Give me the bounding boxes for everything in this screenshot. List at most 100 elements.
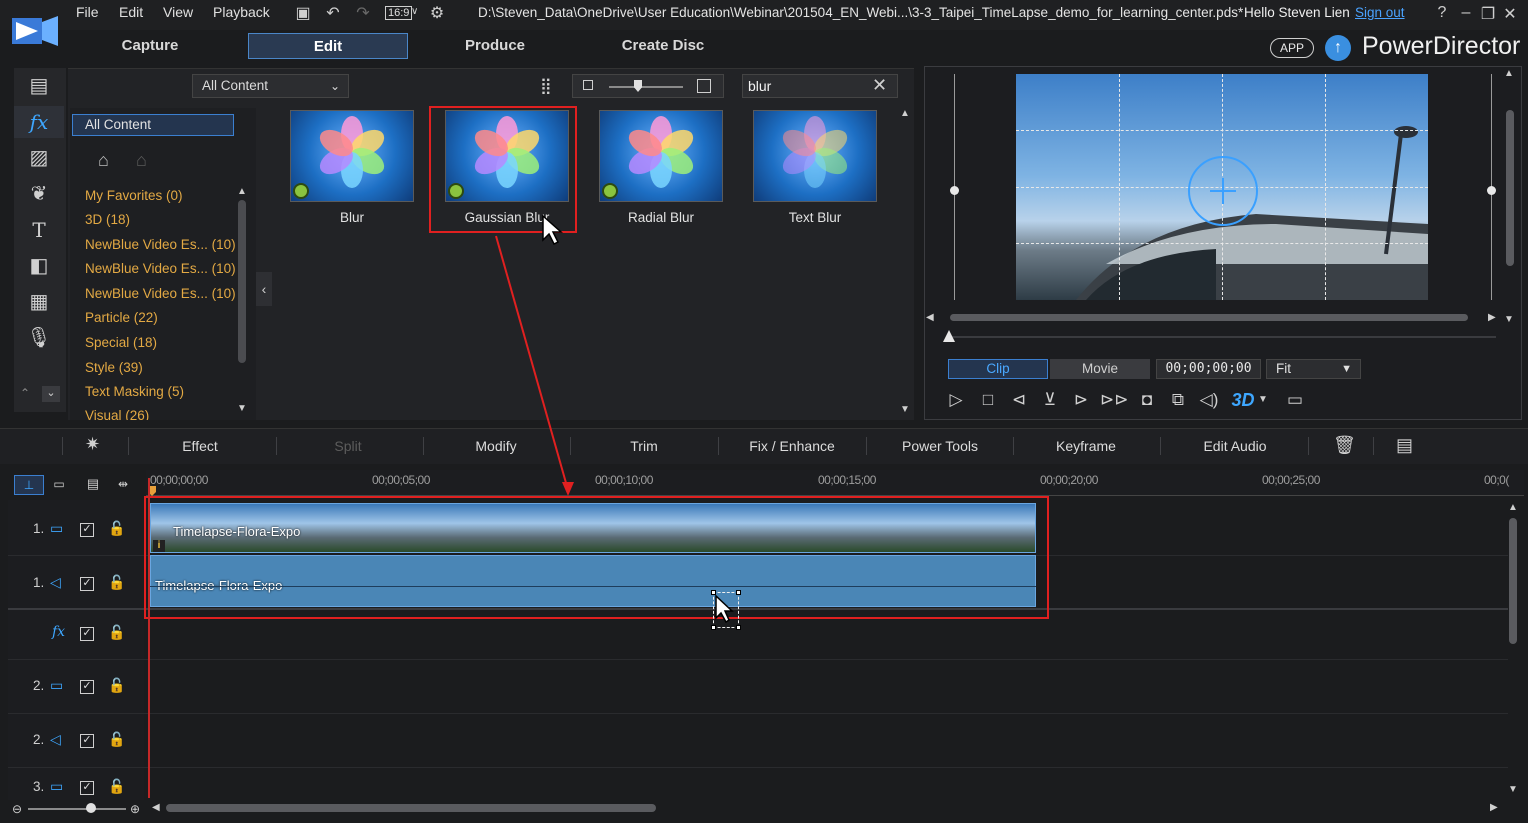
sign-out-link[interactable]: Sign out <box>1355 5 1405 20</box>
more-options-icon[interactable]: ▤ <box>1396 435 1413 456</box>
external-display-icon[interactable]: ▭ <box>1282 389 1308 411</box>
particle-room-icon[interactable]: ❦ <box>14 178 64 210</box>
effect-label-text-blur[interactable]: Text Blur <box>753 210 877 225</box>
preview-scroll-up-icon[interactable]: ▲ <box>1504 68 1514 79</box>
previous-frame-icon[interactable]: ⊲ <box>1006 389 1032 411</box>
grid-view-icon[interactable]: ⣿ <box>540 76 552 96</box>
track-lock-icon[interactable]: 🔓 <box>108 731 125 748</box>
voiceover-mic-icon[interactable]: 🎙 <box>14 322 64 354</box>
preview-scroll-left-icon[interactable]: ◀ <box>926 312 934 323</box>
fit-timeline-icon[interactable]: ⇹ <box>112 475 134 495</box>
track-lock-icon[interactable]: 🔓 <box>108 624 125 641</box>
fast-forward-icon[interactable]: ⊳⊳ <box>1100 389 1129 411</box>
timeline-zoom-slider[interactable] <box>28 808 126 810</box>
rail-up-icon[interactable]: ⌃ <box>20 386 30 400</box>
minimize-icon[interactable]: – <box>1456 4 1476 22</box>
app-badge[interactable]: APP <box>1270 38 1314 58</box>
effect-label-radial-blur[interactable]: Radial Blur <box>599 210 723 225</box>
effect-thumbnail-text-blur[interactable] <box>753 110 877 202</box>
seek-thumb[interactable] <box>943 330 955 342</box>
redo-icon[interactable]: ↷ <box>352 4 374 24</box>
delete-trash-icon[interactable]: 🗑 <box>1333 435 1356 456</box>
transition-room-icon[interactable]: ◧ <box>14 250 64 282</box>
upgrade-arrow-icon[interactable]: ↑ <box>1325 35 1351 61</box>
tab-produce[interactable]: Produce <box>415 33 575 59</box>
category-item[interactable]: NewBlue Video Es... (10) <box>85 261 236 276</box>
stop-icon[interactable]: □ <box>975 389 1001 411</box>
track-enable-checkbox[interactable]: ✓ <box>80 627 94 641</box>
undo-icon[interactable]: ↶ <box>322 4 344 24</box>
clear-search-icon[interactable]: ✕ <box>872 75 887 96</box>
menu-edit[interactable]: Edit <box>119 4 143 20</box>
category-item[interactable]: NewBlue Video Es... (10) <box>85 237 236 252</box>
close-icon[interactable]: ✕ <box>1500 4 1520 24</box>
blur-focus-crosshair[interactable] <box>1188 156 1258 226</box>
zoom-out-icon[interactable]: ⊖ <box>12 802 22 816</box>
library-scroll-down-icon[interactable]: ▼ <box>900 404 910 415</box>
category-item[interactable]: Style (39) <box>85 360 143 375</box>
preview-left-handle[interactable] <box>950 186 959 195</box>
remove-tag-icon[interactable]: ⌂ <box>136 150 147 171</box>
timeline-scroll-left-icon[interactable]: ◀ <box>152 802 160 813</box>
clip-mode-button[interactable]: Clip <box>948 359 1048 379</box>
help-button[interactable]: ? <box>1432 4 1452 22</box>
timeline-scroll-right-icon[interactable]: ▶ <box>1490 802 1498 813</box>
modify-button[interactable]: Modify <box>456 438 536 454</box>
zoom-in-icon[interactable]: ⊕ <box>130 802 140 816</box>
track-enable-checkbox[interactable]: ✓ <box>80 577 94 591</box>
preview-scroll-down-icon[interactable]: ▼ <box>1504 314 1514 325</box>
category-scroll-down-icon[interactable]: ▼ <box>237 403 247 414</box>
category-all-content[interactable]: All Content <box>72 114 234 136</box>
menu-file[interactable]: File <box>76 4 99 20</box>
storyboard-view-icon[interactable]: ▭ <box>48 475 70 495</box>
preview-right-handle[interactable] <box>1487 186 1496 195</box>
thumbnail-size-slider[interactable] <box>572 74 724 98</box>
add-tag-icon[interactable]: ⌂ <box>98 150 109 171</box>
content-filter-dropdown[interactable]: All Content ⌄ <box>192 74 349 98</box>
category-item[interactable]: Particle (22) <box>85 310 158 325</box>
track-enable-checkbox[interactable]: ✓ <box>80 680 94 694</box>
preview-v-scrollbar[interactable] <box>1506 110 1514 266</box>
chapter-room-icon[interactable]: ▦ <box>14 286 64 318</box>
category-item[interactable]: NewBlue Video Es... (10) <box>85 286 236 301</box>
category-scroll-up-icon[interactable]: ▲ <box>237 186 247 197</box>
track-manager-icon[interactable]: ▤ <box>82 475 104 495</box>
track-enable-checkbox[interactable]: ✓ <box>80 734 94 748</box>
timeline-h-scrollbar[interactable] <box>166 804 656 812</box>
category-item[interactable]: My Favorites (0) <box>85 188 183 203</box>
playback-seek-bar[interactable] <box>950 336 1496 338</box>
timecode-field[interactable]: 00;00;00;00 <box>1156 359 1261 379</box>
track-lock-icon[interactable]: 🔓 <box>108 574 125 591</box>
timeline-scroll-down-icon[interactable]: ▼ <box>1508 784 1518 795</box>
track-lock-icon[interactable]: 🔓 <box>108 778 125 795</box>
category-item[interactable]: Text Masking (5) <box>85 384 184 399</box>
tab-create-disc[interactable]: Create Disc <box>583 33 743 59</box>
zoom-thumb[interactable] <box>86 803 96 813</box>
track-enable-checkbox[interactable]: ✓ <box>80 781 94 795</box>
save-icon[interactable]: ▣ <box>292 4 314 24</box>
category-item[interactable]: Special (18) <box>85 335 157 350</box>
preview-scroll-right-icon[interactable]: ▶ <box>1488 312 1496 323</box>
aspect-ratio-button[interactable]: 16:9 <box>385 6 413 20</box>
power-tools-button[interactable]: Power Tools <box>890 438 990 454</box>
category-item[interactable]: 3D (18) <box>85 212 130 227</box>
preview-h-scrollbar[interactable] <box>950 314 1468 321</box>
edit-audio-button[interactable]: Edit Audio <box>1192 438 1278 454</box>
next-frame-icon[interactable]: ⊳ <box>1068 389 1094 411</box>
rail-down-icon[interactable]: ⌄ <box>42 386 60 402</box>
pip-room-icon[interactable]: ▨ <box>14 142 64 174</box>
track-lock-icon[interactable]: 🔓 <box>108 677 125 694</box>
trim-button[interactable]: Trim <box>604 438 684 454</box>
timeline-scroll-up-icon[interactable]: ▲ <box>1508 502 1518 513</box>
volume-icon[interactable]: ◁) <box>1196 389 1222 411</box>
play-icon[interactable]: ▷ <box>943 389 969 411</box>
effect-thumbnail-blur[interactable] <box>290 110 414 202</box>
zoom-fit-dropdown[interactable]: Fit ▼ <box>1266 359 1361 379</box>
restore-icon[interactable]: ❐ <box>1478 4 1498 24</box>
slider-thumb[interactable] <box>634 80 642 92</box>
snapshot-camera-icon[interactable]: ◘ <box>1134 389 1160 411</box>
fix-enhance-button[interactable]: Fix / Enhance <box>742 438 842 454</box>
menu-view[interactable]: View <box>163 4 193 20</box>
effect-thumbnail-radial-blur[interactable] <box>599 110 723 202</box>
menu-playback[interactable]: Playback <box>213 4 270 20</box>
